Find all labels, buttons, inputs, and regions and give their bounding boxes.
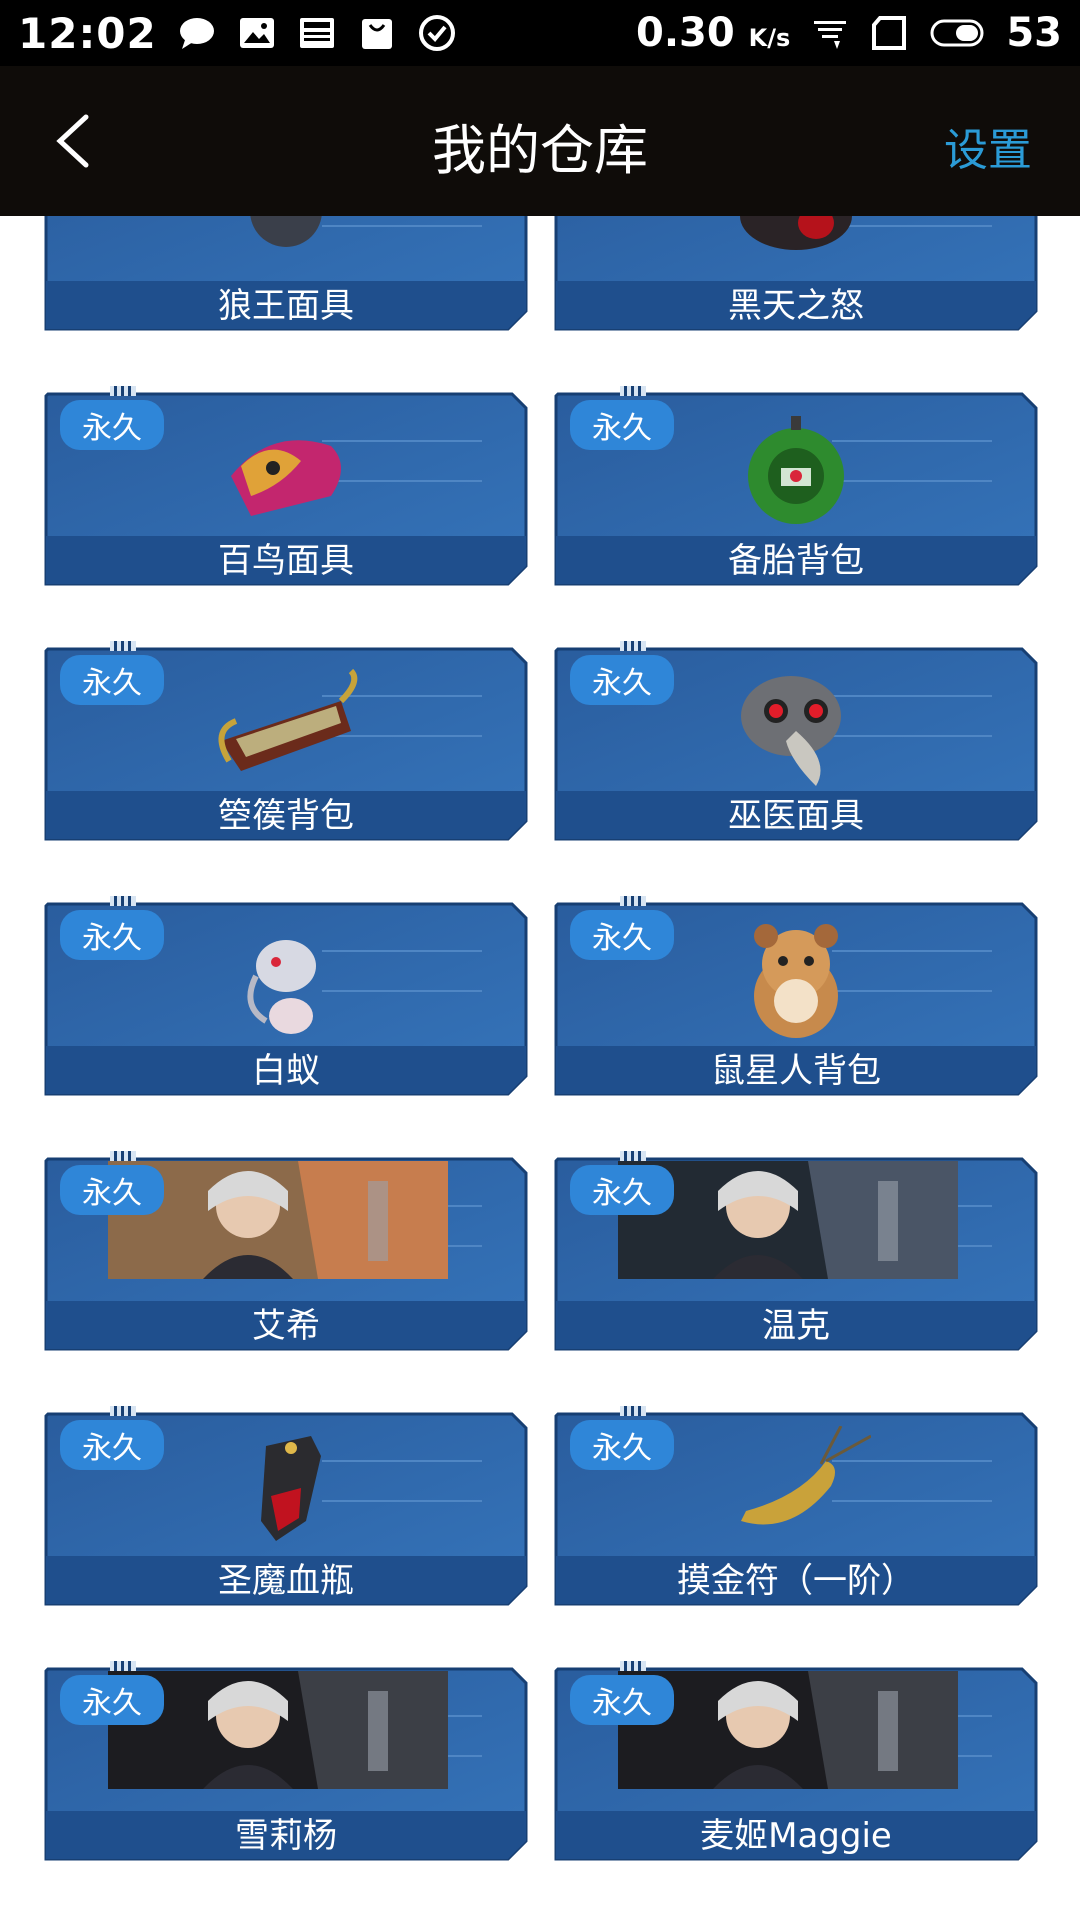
warehouse-item-card[interactable]: 永久备胎背包 <box>552 386 1040 586</box>
status-bar: 12:02 0.30 K/s 53 <box>0 0 1080 66</box>
warehouse-item-card[interactable]: 永久箜篌背包 <box>42 641 530 841</box>
warehouse-item-card[interactable]: 永久麦姬Maggie <box>552 1661 1040 1861</box>
permanent-badge: 永久 <box>570 655 674 705</box>
chat-bubble-icon <box>179 18 214 49</box>
settings-button[interactable]: 设置 <box>944 114 1032 178</box>
item-name: 百鸟面具 <box>218 541 354 581</box>
permanent-badge: 永久 <box>570 1420 674 1470</box>
net-speed: 0.30 K/s <box>636 10 790 56</box>
plague-mask-icon <box>741 676 841 786</box>
warehouse-item-card[interactable]: 永久巫医面具 <box>552 641 1040 841</box>
permanent-badge: 永久 <box>60 1420 164 1470</box>
item-name: 白蚁 <box>252 1051 320 1091</box>
status-time: 12:02 <box>18 8 157 58</box>
battery-icon <box>930 19 984 47</box>
blood-vial-icon <box>261 1436 321 1541</box>
item-name: 备胎背包 <box>728 541 864 581</box>
warehouse-item-card[interactable]: 黑天之怒 <box>552 216 1040 331</box>
item-name: 巫医面具 <box>728 796 864 836</box>
wifi-icon <box>814 21 847 49</box>
item-name: 鼠星人背包 <box>711 1051 881 1091</box>
warehouse-item-card[interactable]: 永久鼠星人背包 <box>552 896 1040 1096</box>
bag-icon <box>361 19 392 49</box>
page-title: 我的仓库 <box>432 119 648 182</box>
feather-mask-icon <box>231 440 341 516</box>
warehouse-item-card[interactable]: 永久雪莉杨 <box>42 1661 530 1861</box>
item-name: 圣魔血瓶 <box>218 1561 354 1601</box>
hamster-backpack-icon <box>754 924 838 1038</box>
wolf-mask-icon <box>250 216 322 247</box>
battery-level: 53 <box>1006 10 1062 56</box>
permanent-badge: 永久 <box>60 400 164 450</box>
net-speed-unit: K/s <box>748 24 791 52</box>
no-sim-icon <box>872 16 907 50</box>
permanent-badge: 永久 <box>570 910 674 960</box>
white-ant-icon <box>247 940 316 1034</box>
item-name: 雪莉杨 <box>235 1816 337 1856</box>
item-name: 摸金符（一阶） <box>677 1561 915 1601</box>
permanent-badge: 永久 <box>570 1675 674 1725</box>
news-icon <box>299 18 334 48</box>
check-circle-icon <box>418 15 455 51</box>
warehouse-item-card[interactable]: 狼王面具 <box>42 216 530 331</box>
permanent-badge: 永久 <box>60 1675 164 1725</box>
warehouse-item-card[interactable]: 永久圣魔血瓶 <box>42 1406 530 1606</box>
item-name: 箜篌背包 <box>218 796 354 836</box>
tire-backpack-icon <box>748 416 844 524</box>
item-name: 狼王面具 <box>218 286 354 326</box>
status-left: 12:02 <box>18 9 457 58</box>
warehouse-item-card[interactable]: 永久白蚁 <box>42 896 530 1096</box>
item-name: 黑天之怒 <box>728 286 864 326</box>
item-name: 麦姬Maggie <box>700 1816 892 1856</box>
permanent-badge: 永久 <box>60 910 164 960</box>
net-speed-value: 0.30 <box>636 10 735 56</box>
golden-talisman-icon <box>741 1426 871 1525</box>
warehouse-item-card[interactable]: 永久百鸟面具 <box>42 386 530 586</box>
permanent-badge: 永久 <box>570 1165 674 1215</box>
permanent-badge: 永久 <box>60 655 164 705</box>
item-name: 艾希 <box>252 1306 320 1346</box>
dark-ring-icon <box>740 216 852 250</box>
status-right: 0.30 K/s 53 <box>636 10 1062 56</box>
warehouse-item-card[interactable]: 永久艾希 <box>42 1151 530 1351</box>
warehouse-item-card[interactable]: 永久温克 <box>552 1151 1040 1351</box>
permanent-badge: 永久 <box>60 1165 164 1215</box>
gallery-icon <box>239 18 274 48</box>
nav-bar: 我的仓库 设置 <box>0 66 1080 216</box>
warehouse-item-card[interactable]: 永久摸金符（一阶） <box>552 1406 1040 1606</box>
item-name: 温克 <box>762 1306 830 1346</box>
permanent-badge: 永久 <box>570 400 674 450</box>
harp-backpack-icon <box>218 668 358 771</box>
warehouse-list[interactable]: 狼王面具 黑天之怒 永久 百鸟面具 永久 备胎背包 永久 箜篌背包 永久 巫医面… <box>0 216 1080 1920</box>
